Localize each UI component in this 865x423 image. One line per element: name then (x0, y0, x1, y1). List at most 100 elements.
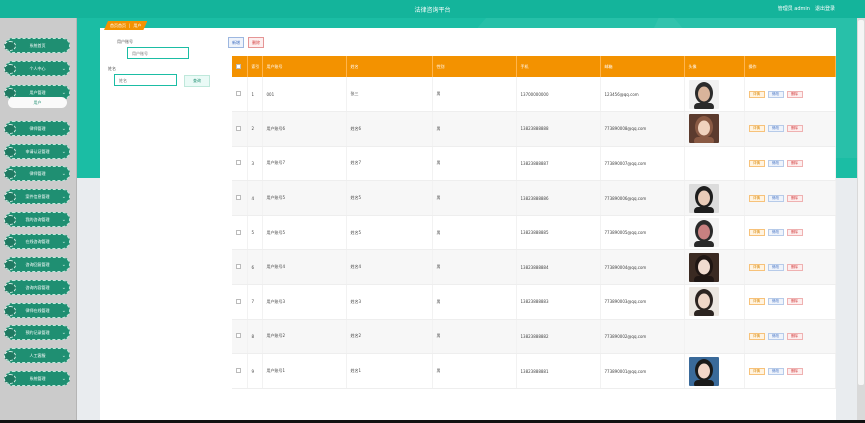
sidebar-item[interactable]: 系统首页 (4, 38, 70, 53)
row-checkbox-cell[interactable] (232, 180, 248, 216)
actions-cell: 详情 修改 删除 (744, 146, 836, 182)
delete-button[interactable]: 删除 (786, 125, 803, 133)
sidebar-item[interactable]: 个人中心 ⌄ (4, 61, 70, 76)
scrollbar-thumb[interactable] (858, 20, 864, 385)
row-checkbox[interactable] (236, 160, 241, 166)
sidebar-item[interactable]: 律师在线管理 ⌄ (4, 303, 70, 318)
search-button[interactable]: 查询 (184, 75, 210, 87)
delete-button[interactable]: 删除 (786, 90, 803, 98)
table-row: 7 用户账号3 姓名3 男 13823888883 773890003@qq.com 详情修… (232, 284, 836, 320)
sidebar-item[interactable]: 律师管理 ⌄ (4, 166, 70, 181)
logout-link[interactable]: 退出登录 (815, 5, 835, 12)
name-filter-input[interactable] (114, 74, 177, 86)
row-checkbox[interactable] (236, 195, 241, 201)
row-checkbox[interactable] (236, 333, 241, 339)
edit-button[interactable]: 修改 (767, 332, 784, 340)
sidebar-item[interactable]: 咨询内容管理 ⌄ (4, 280, 70, 295)
edit-button[interactable]: 修改 (767, 367, 784, 375)
row-checkbox-cell[interactable] (232, 353, 248, 389)
page-scrollbar[interactable] (857, 18, 865, 420)
row-checkbox-cell[interactable] (232, 215, 248, 251)
detail-button[interactable]: 详情 (748, 263, 765, 271)
delete-button[interactable]: 删除 (786, 367, 803, 375)
name-cell: 姓名1 (346, 353, 433, 389)
index-cell: 5 (247, 215, 263, 251)
name-cell: 姓名5 (346, 180, 433, 216)
edit-button[interactable]: 修改 (767, 263, 784, 271)
column-header: 性别 (432, 56, 517, 77)
sidebar-item-bullet-icon (4, 350, 16, 361)
actions-cell: 详情 修改 删除 (744, 215, 836, 251)
row-checkbox-cell[interactable] (232, 111, 248, 147)
row-actions: 详情 修改 删除 (748, 298, 835, 306)
breadcrumb-home[interactable]: 首页首页 (110, 23, 126, 29)
detail-button[interactable]: 详情 (748, 298, 765, 306)
column-header[interactable] (232, 56, 248, 77)
row-checkbox[interactable] (236, 125, 241, 131)
row-checkbox[interactable] (236, 368, 241, 374)
edit-button[interactable]: 修改 (767, 125, 784, 133)
edit-button[interactable]: 修改 (767, 298, 784, 306)
delete-button[interactable]: 删除 (786, 194, 803, 202)
row-checkbox-cell[interactable] (232, 77, 248, 113)
table-row: 9 用户账号1 姓名1 男 13823888881 773890001@qq.com 详情修… (232, 353, 836, 389)
delete-button[interactable]: 删除 (786, 229, 803, 237)
sidebar-item-bullet-icon (4, 214, 16, 225)
row-checkbox-cell[interactable] (232, 319, 248, 355)
edit-button[interactable]: 修改 (767, 194, 784, 202)
account-cell: 用户账号6 (262, 111, 347, 147)
row-actions: 详情 修改 删除 (748, 367, 835, 375)
edit-button[interactable]: 修改 (767, 159, 784, 167)
sidebar-item[interactable]: 申请认证管理 ⌄ (4, 144, 70, 159)
detail-button[interactable]: 详情 (748, 332, 765, 340)
account-cell: 用户账号7 (262, 146, 347, 182)
detail-button[interactable]: 详情 (748, 90, 765, 98)
row-checkbox-cell[interactable] (232, 146, 248, 182)
sidebar-item[interactable]: 系统管理 ⌄ (4, 371, 70, 386)
sidebar-item-bullet-icon (4, 123, 16, 134)
sidebar-subitem-users[interactable]: 用户 (8, 97, 67, 108)
account-filter-input[interactable] (127, 47, 189, 59)
sidebar-item[interactable]: 律师管理 ⌄ (4, 121, 70, 136)
row-checkbox-cell[interactable] (232, 284, 248, 320)
actions-cell: 详情 修改 删除 (744, 249, 836, 286)
row-checkbox[interactable] (236, 298, 241, 304)
sidebar-item[interactable]: 在线咨询管理 ⌄ (4, 234, 70, 249)
row-checkbox[interactable] (236, 264, 241, 270)
sidebar-item-bullet-icon (4, 327, 16, 338)
sidebar-item-label: 预约记录管理 (25, 329, 50, 335)
sidebar-item-label: 律师管理 (29, 170, 46, 176)
detail-button[interactable]: 详情 (748, 125, 765, 133)
row-checkbox-cell[interactable] (232, 249, 248, 286)
edit-button[interactable]: 修改 (767, 229, 784, 237)
chevron-down-icon: ⌄ (61, 238, 66, 245)
delete-button[interactable]: 删除 (786, 263, 803, 271)
gender-cell: 男 (432, 353, 517, 389)
delete-button[interactable]: 删除 (786, 298, 803, 306)
avatar-woman-long-hair-icon (688, 183, 719, 213)
sidebar-item[interactable]: 人工客服 ⌄ (4, 348, 70, 363)
row-checkbox[interactable] (236, 229, 241, 235)
edit-button[interactable]: 修改 (767, 90, 784, 98)
delete-button[interactable]: 删除 (786, 332, 803, 340)
batch-delete-button[interactable]: 删除 (248, 37, 264, 48)
detail-button[interactable]: 详情 (748, 159, 765, 167)
sidebar-item-bullet-icon (4, 236, 16, 247)
sidebar-item[interactable]: 我的咨询管理 ⌄ (4, 212, 70, 227)
column-header: 头像 (684, 56, 745, 77)
sidebar-item[interactable]: 预约记录管理 ⌄ (4, 325, 70, 340)
email-cell: 773890006@qq.com (600, 180, 685, 216)
detail-button[interactable]: 详情 (748, 229, 765, 237)
sidebar-item-label: 人工客服 (29, 352, 46, 358)
select-all-checkbox[interactable] (236, 63, 241, 69)
detail-button[interactable]: 详情 (748, 367, 765, 375)
row-checkbox[interactable] (236, 91, 241, 97)
sidebar-item[interactable]: 案件信息管理 ⌄ (4, 189, 70, 204)
avatar-woman-portrait-icon (688, 287, 719, 317)
add-button[interactable]: 新增 (228, 37, 244, 48)
sidebar-item-label: 在线咨询管理 (25, 238, 50, 244)
delete-button[interactable]: 删除 (786, 159, 803, 167)
sidebar-item[interactable]: 咨询回复管理 ⌄ (4, 257, 70, 272)
phone-cell: 13700000000 (516, 77, 601, 113)
detail-button[interactable]: 详情 (748, 194, 765, 202)
